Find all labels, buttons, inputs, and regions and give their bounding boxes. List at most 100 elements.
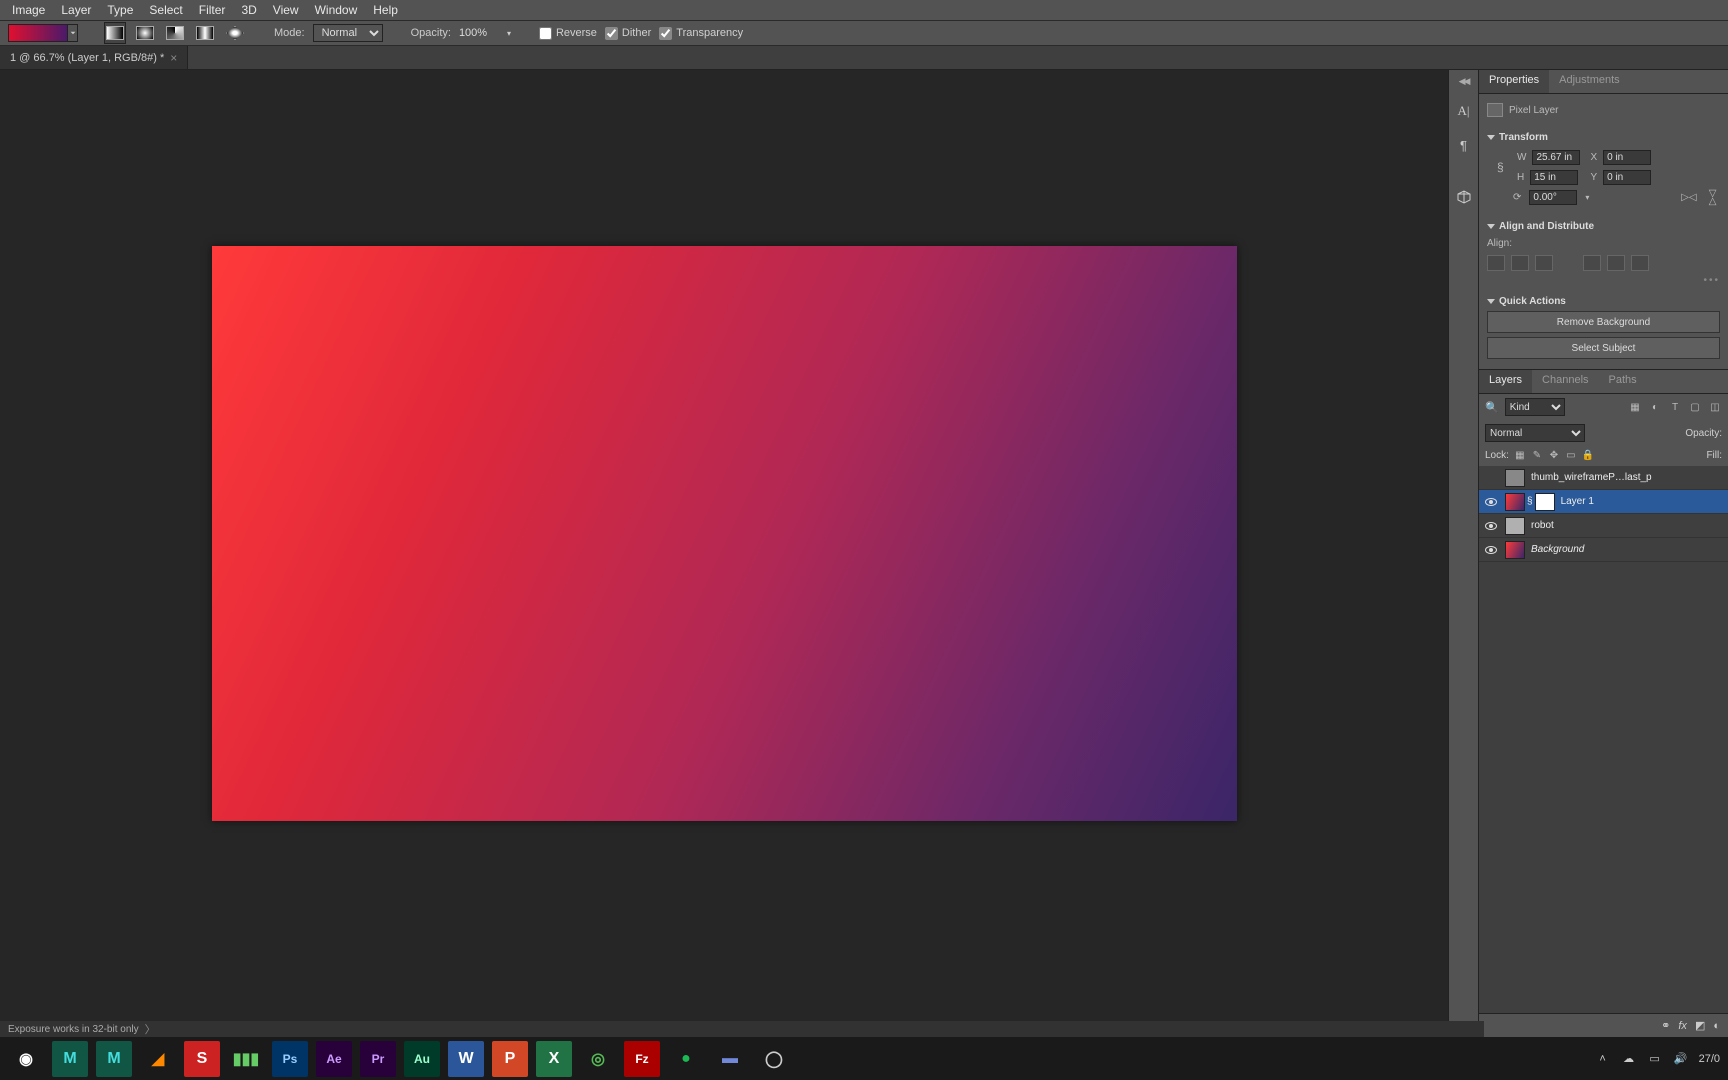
gradient-preset-picker[interactable] xyxy=(8,24,68,42)
layer-visibility-toggle[interactable] xyxy=(1479,498,1503,506)
layer-row[interactable]: Background xyxy=(1479,538,1728,562)
taskbar-app-spotify[interactable]: ● xyxy=(668,1041,704,1077)
3d-panel-icon[interactable] xyxy=(1454,187,1474,207)
flip-horizontal-icon[interactable]: ▷◁ xyxy=(1681,192,1696,203)
tray-monitor-icon[interactable]: ▭ xyxy=(1647,1051,1663,1067)
filter-smart-icon[interactable]: ◫ xyxy=(1708,400,1722,414)
angle-dropdown-icon[interactable]: ▾ xyxy=(1585,193,1589,202)
filter-type-icon[interactable]: T xyxy=(1668,400,1682,414)
transparency-checkbox[interactable]: Transparency xyxy=(659,27,743,40)
search-icon[interactable]: 🔍 xyxy=(1485,401,1499,414)
align-bottom-icon[interactable] xyxy=(1631,255,1649,271)
tray-volume-icon[interactable]: 🔊 xyxy=(1673,1051,1689,1067)
collapse-panels-icon[interactable]: ◀◀ xyxy=(1459,76,1469,87)
filter-adjustment-icon[interactable]: ◐ xyxy=(1648,400,1662,414)
taskbar-app-sketchup[interactable]: S xyxy=(184,1041,220,1077)
document-tab-close-icon[interactable]: × xyxy=(170,51,177,65)
taskbar-app-chrome[interactable]: ◉ xyxy=(8,1041,44,1077)
taskbar-app-word[interactable]: W xyxy=(448,1041,484,1077)
menu-3d[interactable]: 3D xyxy=(233,1,264,19)
menu-filter[interactable]: Filter xyxy=(191,1,234,19)
taskbar-app-stats[interactable]: ▮▮▮ xyxy=(228,1041,264,1077)
layer-filter-select[interactable]: Kind xyxy=(1505,398,1565,416)
align-top-icon[interactable] xyxy=(1583,255,1601,271)
select-subject-button[interactable]: Select Subject xyxy=(1487,337,1720,359)
layer-visibility-toggle[interactable] xyxy=(1479,522,1503,530)
filter-shape-icon[interactable]: ▢ xyxy=(1688,400,1702,414)
gradient-angle-button[interactable] xyxy=(164,22,186,44)
taskbar-app-maya2[interactable]: M xyxy=(96,1041,132,1077)
reverse-checkbox[interactable]: Reverse xyxy=(539,27,597,40)
align-center-v-icon[interactable] xyxy=(1607,255,1625,271)
layer-name[interactable]: Layer 1 xyxy=(1561,496,1594,507)
lock-artboard-icon[interactable]: ▭ xyxy=(1564,448,1578,462)
tab-properties[interactable]: Properties xyxy=(1479,70,1549,93)
add-mask-icon[interactable]: ◩ xyxy=(1695,1019,1705,1032)
layer-row[interactable]: robot xyxy=(1479,514,1728,538)
layer-row[interactable]: §Layer 1 xyxy=(1479,490,1728,514)
more-options-icon[interactable]: ••• xyxy=(1487,275,1720,286)
transform-section-header[interactable]: Transform xyxy=(1487,128,1720,147)
lock-position-icon[interactable]: ✥ xyxy=(1547,448,1561,462)
link-wh-icon[interactable]: § xyxy=(1497,160,1507,174)
adjustment-layer-icon[interactable]: ◐ xyxy=(1713,1020,1720,1032)
taskbar-app-obs[interactable]: ◯ xyxy=(756,1041,792,1077)
transform-w-input[interactable] xyxy=(1532,150,1580,165)
menu-select[interactable]: Select xyxy=(141,1,190,19)
taskbar-app-audition[interactable]: Au xyxy=(404,1041,440,1077)
transform-h-input[interactable] xyxy=(1530,170,1578,185)
lock-all-icon[interactable]: 🔒 xyxy=(1581,448,1595,462)
layer-thumbnail[interactable] xyxy=(1505,541,1525,559)
canvas-area[interactable] xyxy=(0,70,1448,1037)
tab-layers[interactable]: Layers xyxy=(1479,370,1532,393)
character-panel-icon[interactable]: A| xyxy=(1454,101,1474,121)
tab-adjustments[interactable]: Adjustments xyxy=(1549,70,1630,93)
transform-angle-input[interactable] xyxy=(1529,190,1577,205)
taskbar-app-photoshop[interactable]: Ps xyxy=(272,1041,308,1077)
status-arrow-icon[interactable]: 〉 xyxy=(145,1021,156,1037)
taskbar-app-filezilla[interactable]: Fz xyxy=(624,1041,660,1077)
tab-channels[interactable]: Channels xyxy=(1532,370,1598,393)
menu-image[interactable]: Image xyxy=(4,1,53,19)
tray-date[interactable]: 27/0 xyxy=(1699,1053,1720,1065)
tray-caret-icon[interactable]: ˄ xyxy=(1595,1051,1611,1067)
layer-thumbnail[interactable] xyxy=(1505,517,1525,535)
canvas[interactable] xyxy=(212,246,1237,821)
menu-view[interactable]: View xyxy=(265,1,307,19)
align-left-icon[interactable] xyxy=(1487,255,1505,271)
layer-row[interactable]: thumb_wireframeP…last_p xyxy=(1479,466,1728,490)
layer-effects-icon[interactable]: fx xyxy=(1678,1020,1687,1032)
gradient-reflected-button[interactable] xyxy=(194,22,216,44)
layer-name[interactable]: robot xyxy=(1531,520,1554,531)
gradient-linear-button[interactable] xyxy=(104,22,126,44)
opacity-input[interactable] xyxy=(459,27,499,39)
align-section-header[interactable]: Align and Distribute xyxy=(1487,217,1720,236)
taskbar-app-maya1[interactable]: M xyxy=(52,1041,88,1077)
opacity-dropdown-icon[interactable]: ▾ xyxy=(507,29,511,38)
layer-visibility-toggle[interactable] xyxy=(1479,546,1503,554)
gradient-radial-button[interactable] xyxy=(134,22,156,44)
taskbar-app-excel[interactable]: X xyxy=(536,1041,572,1077)
taskbar-app-circle1[interactable]: ◎ xyxy=(580,1041,616,1077)
align-center-h-icon[interactable] xyxy=(1511,255,1529,271)
blend-mode-select[interactable]: Normal xyxy=(1485,424,1585,442)
quick-actions-section-header[interactable]: Quick Actions xyxy=(1487,292,1720,311)
layer-mask-thumbnail[interactable] xyxy=(1535,493,1555,511)
tab-paths[interactable]: Paths xyxy=(1599,370,1647,393)
layer-name[interactable]: Background xyxy=(1531,544,1584,555)
menu-layer[interactable]: Layer xyxy=(53,1,99,19)
taskbar-app-blender[interactable]: ◢ xyxy=(140,1041,176,1077)
transform-y-input[interactable] xyxy=(1603,170,1651,185)
layer-name[interactable]: thumb_wireframeP…last_p xyxy=(1531,472,1652,483)
taskbar-app-premiere[interactable]: Pr xyxy=(360,1041,396,1077)
lock-pixels-icon[interactable]: ✎ xyxy=(1530,448,1544,462)
document-tab[interactable]: 1 @ 66.7% (Layer 1, RGB/8#) * × xyxy=(0,46,188,69)
taskbar-app-powerpoint[interactable]: P xyxy=(492,1041,528,1077)
transform-x-input[interactable] xyxy=(1603,150,1651,165)
layer-thumbnail[interactable] xyxy=(1505,493,1525,511)
filter-pixel-icon[interactable]: ▦ xyxy=(1628,400,1642,414)
mode-select[interactable]: Normal xyxy=(313,24,383,42)
layer-thumbnail[interactable] xyxy=(1505,469,1525,487)
paragraph-panel-icon[interactable]: ¶ xyxy=(1454,135,1474,155)
align-right-icon[interactable] xyxy=(1535,255,1553,271)
